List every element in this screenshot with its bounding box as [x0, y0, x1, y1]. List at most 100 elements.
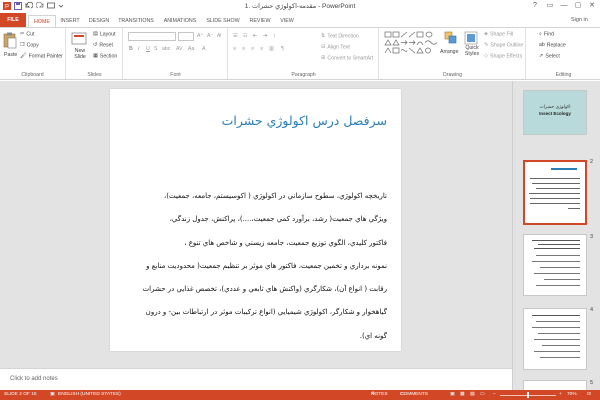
ribbon-display-button[interactable]: ▭ [543, 1, 557, 11]
find-button[interactable]: ⌕ Find [539, 30, 554, 38]
tab-transitions[interactable]: TRANSITIONS [116, 15, 156, 27]
slide-thumbnail[interactable] [523, 308, 587, 370]
arrange-icon[interactable] [444, 31, 458, 45]
shapes-gallery[interactable] [384, 31, 440, 61]
grow-font-icon[interactable]: A⁺ [197, 32, 203, 40]
shape-outline-button[interactable]: ✎ Shape Outline [484, 41, 523, 49]
cut-button[interactable]: ✂ Cut [20, 30, 34, 38]
decrease-indent-icon[interactable]: ⇤ [253, 32, 257, 40]
language-indicator[interactable]: ENGLISH (UNITED STATES) [58, 390, 121, 400]
window-title: مقدمه-اكولوژي حشرات .1 - PowerPoint [244, 3, 356, 10]
binoculars-icon: ⌕ [539, 31, 542, 37]
align-left-icon[interactable]: ≡ [233, 45, 236, 53]
select-button[interactable]: ➚ Select [539, 52, 560, 60]
new-slide-icon[interactable] [71, 31, 87, 47]
close-button[interactable]: ✕ [585, 1, 599, 11]
rtl-icon[interactable]: ¶ [281, 45, 284, 53]
underline-icon[interactable]: U [146, 45, 150, 53]
format-painter-button[interactable]: 🖌 Format Painter [20, 52, 63, 60]
convert-smartart-button[interactable]: ⊞ Convert to SmartArt [321, 54, 373, 62]
quick-styles-icon[interactable] [464, 31, 478, 45]
minimize-button[interactable]: — [557, 1, 571, 11]
align-center-icon[interactable]: ≡ [242, 45, 245, 53]
tab-design[interactable]: DESIGN [86, 15, 112, 27]
tab-slide-show[interactable]: SLIDE SHOW [205, 15, 241, 27]
slide-thumbnail[interactable] [523, 380, 587, 390]
zoom-out-button[interactable]: − [493, 390, 496, 400]
slide-body[interactable]: تاريخچه اكولوژي، سطوح سازماني در اكولوژي… [126, 185, 387, 348]
paste-icon[interactable] [3, 31, 17, 49]
italic-icon[interactable]: I [138, 45, 139, 53]
align-right-icon[interactable]: ≡ [251, 45, 254, 53]
justify-icon[interactable]: ≡ [260, 45, 263, 53]
shrink-font-icon[interactable]: A⁻ [207, 32, 213, 40]
thumbnail-text-line [529, 193, 580, 194]
brush-icon: 🖌 [20, 53, 27, 59]
paragraph-group: ☰ ☷ ⇤ ⇥ ↕ ≡ ≡ ≡ ≡ ▥ ¶ ⇅ Text Direction ⊟ A… [229, 28, 379, 79]
sign-in-link[interactable]: Sign in [571, 17, 588, 23]
tab-review[interactable]: REVIEW [247, 15, 273, 27]
increase-indent-icon[interactable]: ⇥ [263, 32, 267, 40]
line-spacing-icon[interactable]: ↕ [273, 32, 276, 40]
align-text-button[interactable]: ⊟ Align Text [321, 43, 350, 51]
maximize-button[interactable]: ▢ [571, 1, 585, 11]
tab-animations[interactable]: ANIMATIONS [160, 15, 200, 27]
scissors-icon: ✂ [20, 31, 25, 37]
arrange-button[interactable]: Arrange [440, 48, 458, 56]
font-name-combo[interactable] [128, 32, 176, 41]
zoom-slider-thumb[interactable] [527, 392, 529, 398]
new-slide-button[interactable]: New Slide [69, 48, 91, 60]
layout-button[interactable]: ▤ Layout [93, 30, 115, 38]
quick-styles-button[interactable]: Quick Styles [462, 45, 482, 57]
proofing-icon[interactable]: ▣ [50, 390, 55, 400]
editing-group-label: Editing [555, 72, 572, 78]
slide-body-line: نمونه برداري و تخمين جمعيت، فاكتور هاي م… [146, 261, 387, 270]
columns-icon[interactable]: ▥ [269, 45, 274, 53]
reading-view-icon[interactable]: ▤ [470, 390, 475, 400]
slide-canvas[interactable]: سرفصل درس اكولوژي حشرات تاريخچه اكولوژي،… [110, 89, 401, 351]
font-size-combo[interactable] [178, 32, 194, 41]
slide-thumbnail[interactable]: اكولوژي حشرات Insect Ecology [523, 90, 587, 135]
character-spacing-icon[interactable]: AV [176, 45, 183, 53]
shape-fill-button[interactable]: ◈ Shape Fill [484, 30, 513, 38]
reset-button[interactable]: ↺ Reset [93, 41, 113, 49]
numbering-icon[interactable]: ☷ [243, 32, 248, 40]
clear-formatting-icon[interactable]: A̸ [217, 32, 220, 40]
slide-sorter-icon[interactable]: ▦ [460, 390, 465, 400]
text-direction-button[interactable]: ⇅ Text Direction [321, 32, 359, 40]
section-button[interactable]: ▦ Section [93, 52, 117, 60]
fit-to-window-icon[interactable]: ⊡ [587, 390, 591, 400]
tab-insert[interactable]: INSERT [58, 15, 82, 27]
tab-view[interactable]: VIEW [277, 15, 297, 27]
slide-body-line: گونه اي). [359, 331, 387, 340]
slide-body-line: رقابت ( انواع آن)، شكارگري (واكنش هاي تا… [142, 285, 387, 294]
notes-pane[interactable]: Click to add notes [0, 368, 512, 390]
replace-icon: ab [539, 42, 545, 48]
tab-home[interactable]: HOME [28, 15, 56, 27]
strikethrough-icon[interactable]: abc [162, 45, 170, 53]
tab-file[interactable]: FILE [0, 13, 26, 27]
shape-effects-button[interactable]: ◇ Shape Effects [484, 52, 522, 60]
copy-button[interactable]: ❐ Copy [20, 41, 39, 49]
bold-icon[interactable]: B [129, 45, 133, 53]
normal-view-icon[interactable]: ▣ [450, 390, 455, 400]
help-button[interactable]: ? [528, 1, 542, 11]
change-case-icon[interactable]: Aa [188, 45, 194, 53]
zoom-in-button[interactable]: + [559, 390, 562, 400]
zoom-level[interactable]: 70% [567, 390, 577, 400]
layout-icon: ▤ [93, 31, 98, 37]
slideshow-view-icon[interactable]: ▭ [480, 390, 485, 400]
thumbnail-text-line [530, 178, 580, 179]
font-color-icon[interactable]: A [202, 45, 205, 53]
slide-title[interactable]: سرفصل درس اكولوژي حشرات [222, 113, 387, 128]
bullets-icon[interactable]: ☰ [233, 32, 238, 40]
replace-button[interactable]: ab Replace [539, 41, 566, 49]
thumbnail-number: 5 [590, 380, 594, 386]
notes-placeholder: Click to add notes [10, 376, 58, 382]
slide-thumbnail[interactable] [523, 234, 587, 296]
slide-thumbnail-active[interactable] [523, 160, 587, 225]
slide-body-line: گياهخوار و شكارگر، اكولوژي شيميايي (انوا… [145, 308, 387, 317]
shadow-icon[interactable]: S [154, 45, 157, 53]
paste-button[interactable]: Paste [4, 51, 17, 59]
ribbon-tabs: FILE HOME INSERT DESIGN TRANSITIONS ANIM… [0, 13, 600, 27]
